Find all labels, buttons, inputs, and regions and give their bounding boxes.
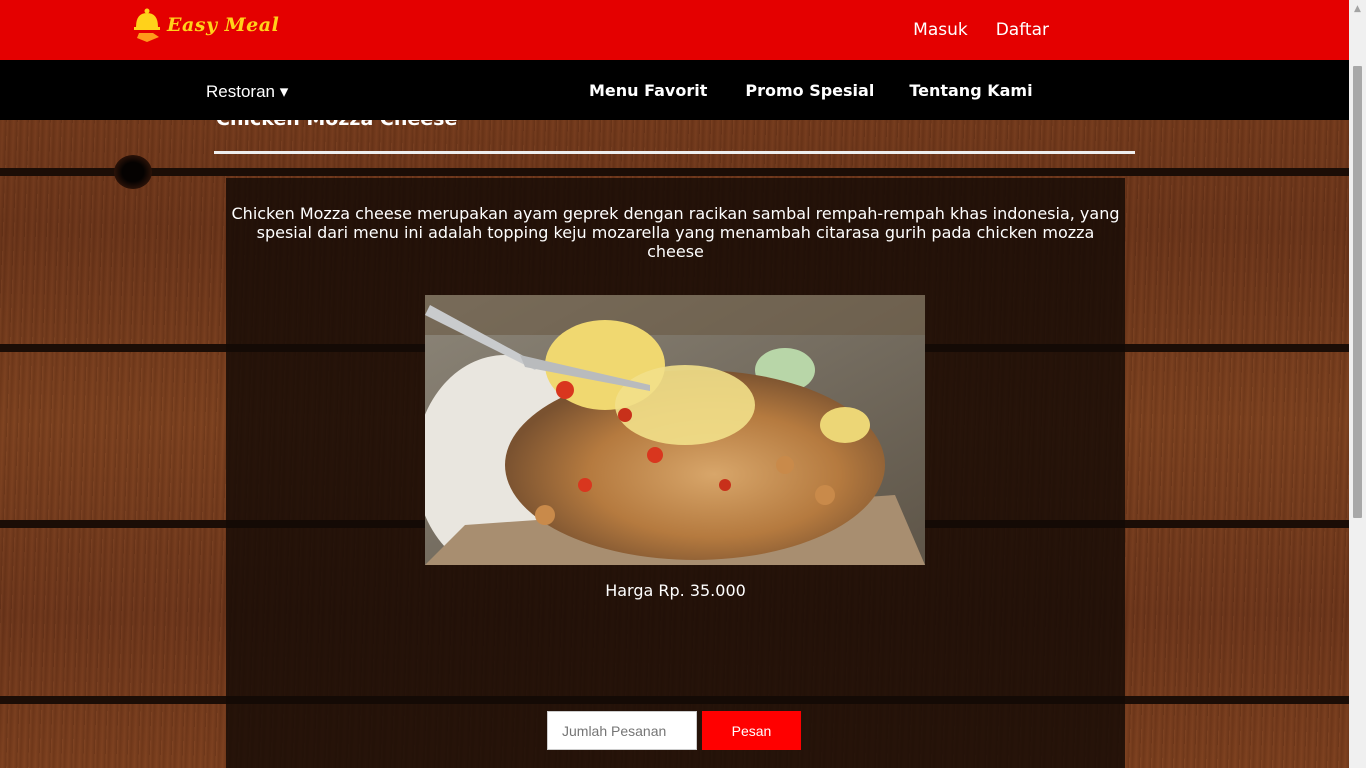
menu-item-promo[interactable]: Promo Spesial (745, 81, 874, 100)
vertical-scrollbar[interactable]: ▲ (1349, 0, 1366, 768)
chicken-dish-image (425, 295, 925, 565)
account-nav: Masuk Daftar (913, 20, 1049, 40)
brand-logo[interactable]: Easy Meal (133, 7, 279, 43)
register-link[interactable]: Daftar (996, 20, 1049, 40)
menu-item-about[interactable]: Tentang Kami (909, 81, 1032, 100)
restaurant-dropdown[interactable]: Restoran ▾ (206, 82, 288, 102)
brand-name: Easy Meal (167, 14, 280, 36)
main-menu: Menu Favorit Promo Spesial Tentang Kami (589, 81, 1033, 100)
product-description: Chicken Mozza cheese merupakan ayam gepr… (231, 204, 1120, 261)
scroll-thumb[interactable] (1353, 66, 1362, 518)
order-button[interactable]: Pesan (702, 711, 801, 750)
food-cloche-icon (134, 8, 160, 42)
quantity-input[interactable] (547, 711, 697, 750)
product-price: Harga Rp. 35.000 (605, 581, 746, 600)
title-divider (214, 151, 1135, 154)
product-photo (425, 295, 925, 565)
main-navbar: Restoran ▾ Menu Favorit Promo Spesial Te… (0, 60, 1349, 120)
top-header: Easy Meal Masuk Daftar (0, 0, 1349, 60)
scroll-up-arrow-icon[interactable]: ▲ (1349, 0, 1366, 17)
wood-knot (114, 155, 152, 189)
product-panel: Chicken Mozza cheese merupakan ayam gepr… (226, 178, 1125, 768)
login-link[interactable]: Masuk (913, 20, 968, 40)
menu-item-favorite[interactable]: Menu Favorit (589, 81, 707, 100)
